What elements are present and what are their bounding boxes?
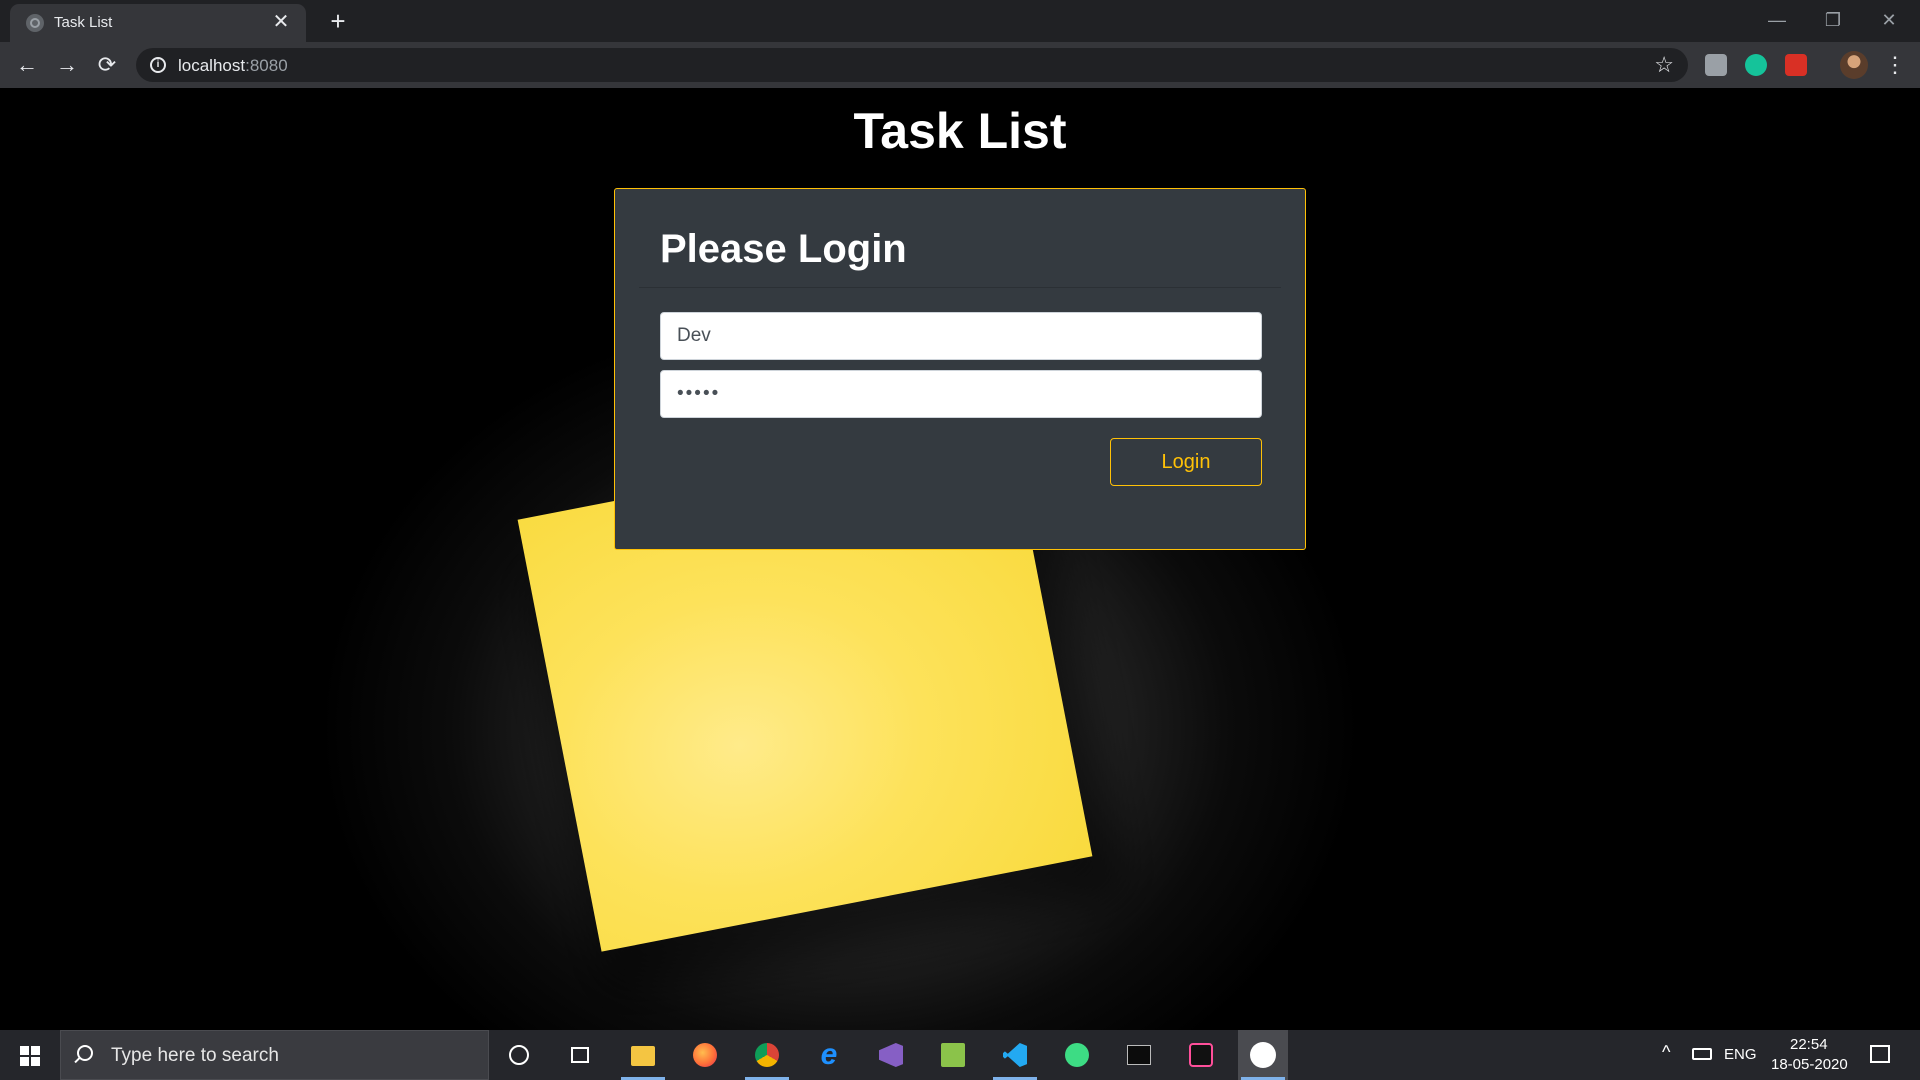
- battery-icon[interactable]: [1692, 1048, 1712, 1060]
- forward-icon[interactable]: →: [52, 50, 82, 80]
- taskbar-app-command-prompt[interactable]: [1114, 1030, 1164, 1080]
- page-content: Task List Please Login Login: [0, 88, 1920, 1030]
- profile-avatar[interactable]: [1840, 51, 1868, 79]
- extension-red-icon[interactable]: [1785, 54, 1807, 76]
- search-placeholder: Type here to search: [111, 1045, 279, 1066]
- command-prompt-icon: [1127, 1045, 1151, 1065]
- notification-icon[interactable]: [1870, 1045, 1890, 1063]
- taskbar-app-terminal[interactable]: [1176, 1030, 1226, 1080]
- clock-time[interactable]: 22:54: [1790, 1036, 1828, 1053]
- photos-icon: [1250, 1042, 1276, 1068]
- cortana-icon: [509, 1045, 529, 1065]
- close-window-button[interactable]: ✕: [1869, 6, 1909, 34]
- clock-date[interactable]: 18-05-2020: [1771, 1056, 1848, 1073]
- username-input[interactable]: [660, 312, 1262, 360]
- bookmark-star-icon[interactable]: ☆: [1654, 52, 1674, 78]
- info-icon[interactable]: i: [150, 57, 166, 73]
- divider: [639, 287, 1281, 288]
- grammarly-icon[interactable]: [1745, 54, 1767, 76]
- chevron-up-icon[interactable]: ^: [1662, 1042, 1670, 1063]
- address-bar[interactable]: i localhost:8080 ☆: [136, 48, 1688, 82]
- back-icon[interactable]: ←: [12, 50, 42, 80]
- notepad-plus-plus-icon: [941, 1043, 965, 1067]
- taskbar-app-file-explorer[interactable]: [618, 1030, 668, 1080]
- language-indicator[interactable]: ENG: [1724, 1046, 1757, 1063]
- menu-icon[interactable]: ⋮: [1884, 50, 1906, 80]
- browser-tab[interactable]: Task List ✕: [10, 4, 306, 42]
- taskbar-app-visual-studio[interactable]: [866, 1030, 916, 1080]
- firefox-icon: [693, 1043, 717, 1067]
- taskbar-app-vscode[interactable]: [990, 1030, 1040, 1080]
- login-card: Please Login Login: [614, 188, 1306, 550]
- login-heading: Please Login: [660, 227, 907, 271]
- vscode-icon: [1003, 1043, 1027, 1067]
- taskbar-app-edge[interactable]: e: [804, 1030, 854, 1080]
- taskbar-search[interactable]: Type here to search: [60, 1030, 489, 1080]
- restore-button[interactable]: ❐: [1813, 6, 1853, 34]
- extension-icon[interactable]: [1705, 54, 1727, 76]
- minimize-button[interactable]: —: [1757, 6, 1797, 34]
- taskbar-app-chrome[interactable]: [742, 1030, 792, 1080]
- chrome-icon: [755, 1043, 779, 1067]
- edge-icon: e: [820, 1038, 838, 1071]
- new-tab-button[interactable]: +: [324, 8, 352, 36]
- task-view-icon: [571, 1047, 589, 1063]
- close-tab-icon[interactable]: ✕: [270, 11, 292, 33]
- page-title: Task List: [853, 103, 1067, 159]
- globe-icon: [26, 14, 44, 32]
- password-input[interactable]: [660, 370, 1262, 418]
- login-button[interactable]: Login: [1110, 438, 1262, 486]
- taskbar-app-firefox[interactable]: [680, 1030, 730, 1080]
- taskbar-app-notepad-plus-plus[interactable]: [928, 1030, 978, 1080]
- reload-icon[interactable]: ⟳: [92, 50, 122, 80]
- search-icon: [77, 1045, 93, 1061]
- url-text[interactable]: localhost:8080: [178, 56, 288, 76]
- start-button[interactable]: [0, 1030, 58, 1080]
- terminal-icon: [1189, 1043, 1213, 1067]
- tab-title: Task List: [54, 14, 113, 31]
- android-studio-icon: [1065, 1043, 1089, 1067]
- browser-toolbar: ← → ⟳ i localhost:8080 ☆ ⋮: [0, 42, 1920, 88]
- tab-strip: Task List ✕ + — ❐ ✕: [0, 0, 1920, 42]
- cortana-button[interactable]: [494, 1030, 544, 1080]
- visual-studio-icon: [879, 1043, 903, 1067]
- taskbar: Type here to search e ^ ENG 22:54 18-05-…: [0, 1030, 1920, 1080]
- folder-icon: [631, 1046, 655, 1066]
- windows-icon: [20, 1046, 40, 1066]
- task-view-button[interactable]: [556, 1030, 606, 1080]
- taskbar-app-android-studio[interactable]: [1052, 1030, 1102, 1080]
- taskbar-app-photos[interactable]: [1238, 1030, 1288, 1080]
